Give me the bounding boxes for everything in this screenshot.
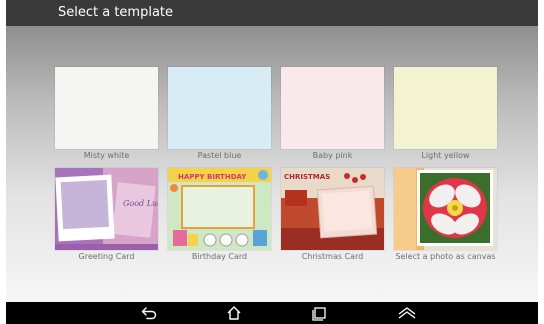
- template-thumbnail: [55, 67, 158, 149]
- home-icon: [227, 306, 241, 320]
- template-pastel-blue[interactable]: Pastel blue: [168, 67, 271, 161]
- screen: Select a template Misty white Pastel blu…: [0, 0, 544, 324]
- template-thumbnail: [168, 67, 271, 149]
- greeting-card-image: Good Luck: [55, 168, 158, 250]
- template-select-photo[interactable]: Select a photo as canvas: [394, 168, 497, 262]
- navigation-bar: [6, 302, 538, 324]
- home-button[interactable]: [219, 304, 249, 322]
- recent-apps-button[interactable]: [304, 304, 334, 322]
- template-label: Light yellow: [421, 151, 470, 160]
- christmas-card-text: CHRISTMAS: [284, 173, 330, 181]
- template-label: Christmas Card: [301, 252, 364, 261]
- template-label: Baby pink: [312, 151, 353, 160]
- template-thumbnail: [281, 67, 384, 149]
- greeting-card-text: Good Luck: [123, 199, 158, 208]
- christmas-card-image: CHRISTMAS: [281, 168, 384, 250]
- template-label: Birthday Card: [191, 252, 248, 261]
- template-label: Greeting Card: [78, 252, 135, 261]
- template-thumbnail: [394, 67, 497, 149]
- template-greeting-card[interactable]: Good Luck Greeting Card: [55, 168, 158, 262]
- birthday-card-text: HAPPY BIRTHDAY: [178, 173, 247, 181]
- photo-canvas-image: [394, 168, 497, 250]
- template-light-yellow[interactable]: Light yellow: [394, 67, 497, 161]
- menu-button[interactable]: [392, 304, 422, 322]
- back-button[interactable]: [134, 304, 164, 322]
- page-title: Select a template: [58, 5, 174, 20]
- recent-apps-icon: [312, 307, 326, 321]
- template-label: Select a photo as canvas: [395, 252, 496, 261]
- template-label: Misty white: [83, 151, 130, 160]
- template-misty-white[interactable]: Misty white: [55, 67, 158, 161]
- menu-icon: [398, 307, 416, 319]
- template-christmas-card[interactable]: CHRISTMAS Christmas Card: [281, 168, 384, 262]
- back-icon: [141, 307, 157, 320]
- birthday-card-image: HAPPY BIRTHDAY: [168, 168, 271, 250]
- template-label: Pastel blue: [197, 151, 242, 160]
- title-bar: Select a template: [6, 0, 538, 26]
- template-baby-pink[interactable]: Baby pink: [281, 67, 384, 161]
- template-grid: Misty white Pastel blue Baby pink Light …: [6, 26, 538, 302]
- template-birthday-card[interactable]: HAPPY BIRTHDAY Birthday Card: [168, 168, 271, 262]
